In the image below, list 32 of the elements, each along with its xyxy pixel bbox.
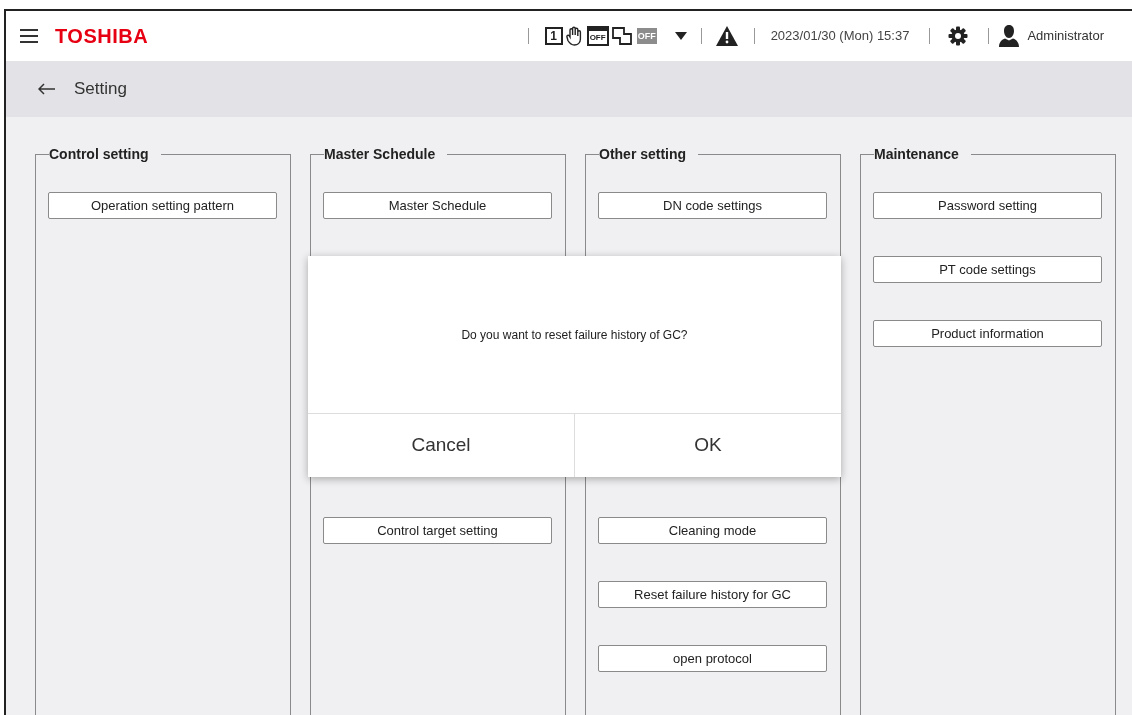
off-badge: OFF	[636, 28, 657, 44]
hand-icon	[565, 26, 584, 46]
setting-button[interactable]: Operation setting pattern	[48, 192, 277, 219]
back-arrow-icon[interactable]	[38, 83, 56, 95]
page-title: Setting	[74, 78, 127, 101]
setting-button[interactable]: Reset failure history for GC	[598, 581, 827, 608]
group-heading: Control setting	[49, 145, 150, 164]
brand-logo: TOSHIBA	[55, 24, 149, 49]
setting-button[interactable]: open protocol	[598, 645, 827, 672]
calendar-off-indicator: OFF	[586, 26, 609, 46]
settings-icon[interactable]	[948, 26, 969, 46]
user-name: Administrator	[1027, 27, 1104, 46]
dialog-message: Do you want to reset failure history of GC?	[461, 326, 688, 344]
setting-button[interactable]: PT code settings	[873, 256, 1102, 283]
user-icon[interactable]	[999, 25, 1020, 47]
ok-button[interactable]: OK	[574, 414, 841, 477]
caret-icon[interactable]	[674, 32, 687, 40]
setting-button[interactable]: Password setting	[873, 192, 1102, 219]
setting-button[interactable]: Cleaning mode	[598, 517, 827, 544]
group-heading: Master Schedule	[324, 145, 437, 164]
cancel-button[interactable]: Cancel	[308, 414, 574, 477]
setting-button[interactable]: Control target setting	[323, 517, 552, 544]
number-indicator: 1	[544, 27, 563, 45]
group-heading: Other setting	[599, 145, 688, 164]
warning-icon[interactable]	[715, 26, 738, 46]
group-heading: Maintenance	[874, 145, 960, 164]
menu-icon[interactable]	[20, 29, 38, 43]
setting-button[interactable]: Master Schedule	[323, 192, 552, 219]
setting-button[interactable]: Product information	[873, 320, 1102, 347]
date-time: 2023/01/30 (Mon) 15:37	[770, 27, 910, 46]
bracket-icon	[611, 27, 632, 45]
setting-button[interactable]: DN code settings	[598, 192, 827, 219]
